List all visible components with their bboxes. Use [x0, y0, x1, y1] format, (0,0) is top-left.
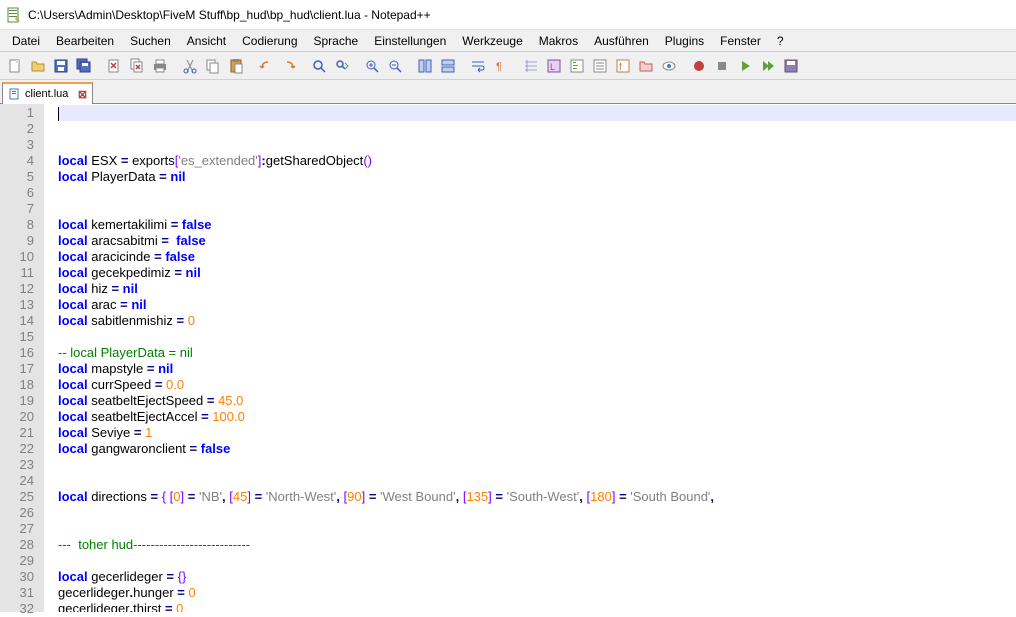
menu-codierung[interactable]: Codierung: [234, 32, 305, 50]
monitoring-button[interactable]: [658, 55, 680, 77]
redo-button[interactable]: [278, 55, 300, 77]
open-file-button[interactable]: [27, 55, 49, 77]
folder-workspace-button[interactable]: [635, 55, 657, 77]
code-line[interactable]: local seatbeltEjectAccel = 100.0: [58, 409, 1016, 425]
new-file-button[interactable]: [4, 55, 26, 77]
menu-makros[interactable]: Makros: [531, 32, 586, 50]
show-all-chars-button[interactable]: ¶: [490, 55, 512, 77]
macro-play-multi-button[interactable]: [757, 55, 779, 77]
menu-bar: DateiBearbeitenSuchenAnsichtCodierungSpr…: [0, 30, 1016, 52]
file-tab[interactable]: client.lua ⊠: [2, 82, 93, 104]
file-icon: [9, 88, 21, 100]
code-line[interactable]: [58, 473, 1016, 489]
menu-bearbeiten[interactable]: Bearbeiten: [48, 32, 122, 50]
doc-map-button[interactable]: [566, 55, 588, 77]
function-list-button[interactable]: f: [612, 55, 634, 77]
macro-save-button[interactable]: [780, 55, 802, 77]
macro-stop-button[interactable]: [711, 55, 733, 77]
code-line[interactable]: local Seviye = 1: [58, 425, 1016, 441]
zoom-out-button[interactable]: [384, 55, 406, 77]
tab-close-button[interactable]: ⊠: [76, 88, 88, 100]
code-line[interactable]: local PlayerData = nil: [58, 169, 1016, 185]
code-line[interactable]: [58, 329, 1016, 345]
code-line[interactable]: local seatbeltEjectSpeed = 45.0: [58, 393, 1016, 409]
app-icon: [6, 7, 22, 23]
code-area[interactable]: local ESX = exports['es_extended']:getSh…: [44, 104, 1016, 612]
sync-h-button[interactable]: [437, 55, 459, 77]
window-title: C:\Users\Admin\Desktop\FiveM Stuff\bp_hu…: [28, 8, 431, 22]
code-line[interactable]: [58, 137, 1016, 153]
title-bar: C:\Users\Admin\Desktop\FiveM Stuff\bp_hu…: [0, 0, 1016, 30]
menu-ansicht[interactable]: Ansicht: [179, 32, 234, 50]
code-line[interactable]: local directions = { [0] = 'NB', [45] = …: [58, 489, 1016, 505]
code-line[interactable]: local sabitlenmishiz = 0: [58, 313, 1016, 329]
code-line[interactable]: [58, 505, 1016, 521]
indent-guide-button[interactable]: [520, 55, 542, 77]
menu-fenster[interactable]: Fenster: [712, 32, 769, 50]
code-line[interactable]: local kemertakilimi = false: [58, 217, 1016, 233]
code-line[interactable]: [58, 105, 1016, 121]
wordwrap-button[interactable]: [467, 55, 489, 77]
code-line[interactable]: local gecerlideger = {}: [58, 569, 1016, 585]
find-button[interactable]: [308, 55, 330, 77]
undo-button[interactable]: [255, 55, 277, 77]
code-line[interactable]: local aracsabitmi = false: [58, 233, 1016, 249]
zoom-in-button[interactable]: [361, 55, 383, 77]
save-all-button[interactable]: [73, 55, 95, 77]
tab-bar: client.lua ⊠: [0, 80, 1016, 104]
close-all-button[interactable]: [126, 55, 148, 77]
code-line[interactable]: --- toher hud---------------------------: [58, 537, 1016, 553]
code-line[interactable]: local hiz = nil: [58, 281, 1016, 297]
code-line[interactable]: gecerlideger.hunger = 0: [58, 585, 1016, 601]
code-line[interactable]: [58, 185, 1016, 201]
paste-button[interactable]: [225, 55, 247, 77]
toolbar: ¶ L f: [0, 52, 1016, 80]
code-line[interactable]: local mapstyle = nil: [58, 361, 1016, 377]
svg-text:L: L: [550, 62, 555, 72]
code-line[interactable]: [58, 553, 1016, 569]
code-line[interactable]: [58, 457, 1016, 473]
svg-text:¶: ¶: [496, 61, 502, 73]
code-line[interactable]: local gecekpedimiz = nil: [58, 265, 1016, 281]
macro-play-button[interactable]: [734, 55, 756, 77]
menu-ausführen[interactable]: Ausführen: [586, 32, 657, 50]
print-button[interactable]: [149, 55, 171, 77]
code-line[interactable]: gecerlideger.thirst = 0: [58, 601, 1016, 612]
editor[interactable]: 1234567891011121314151617181920212223242…: [0, 104, 1016, 612]
code-line[interactable]: local currSpeed = 0.0: [58, 377, 1016, 393]
cut-button[interactable]: [179, 55, 201, 77]
code-line[interactable]: [58, 121, 1016, 137]
code-line[interactable]: [58, 201, 1016, 217]
code-line[interactable]: [58, 521, 1016, 537]
menu-datei[interactable]: Datei: [4, 32, 48, 50]
code-line[interactable]: local aracicinde = false: [58, 249, 1016, 265]
menu-einstellungen[interactable]: Einstellungen: [366, 32, 454, 50]
menu-sprache[interactable]: Sprache: [306, 32, 367, 50]
code-line[interactable]: local arac = nil: [58, 297, 1016, 313]
code-line[interactable]: local ESX = exports['es_extended']:getSh…: [58, 153, 1016, 169]
replace-button[interactable]: [331, 55, 353, 77]
menu-?[interactable]: ?: [769, 32, 792, 50]
macro-record-button[interactable]: [688, 55, 710, 77]
save-button[interactable]: [50, 55, 72, 77]
menu-plugins[interactable]: Plugins: [657, 32, 712, 50]
line-number-gutter: 1234567891011121314151617181920212223242…: [0, 104, 44, 612]
code-line[interactable]: -- local PlayerData = nil: [58, 345, 1016, 361]
code-line[interactable]: local gangwaronclient = false: [58, 441, 1016, 457]
sync-v-button[interactable]: [414, 55, 436, 77]
copy-button[interactable]: [202, 55, 224, 77]
close-button[interactable]: [103, 55, 125, 77]
menu-werkzeuge[interactable]: Werkzeuge: [454, 32, 530, 50]
doc-list-button[interactable]: [589, 55, 611, 77]
tab-label: client.lua: [25, 88, 68, 100]
svg-text:f: f: [619, 62, 622, 73]
user-lang-button[interactable]: L: [543, 55, 565, 77]
menu-suchen[interactable]: Suchen: [122, 32, 179, 50]
